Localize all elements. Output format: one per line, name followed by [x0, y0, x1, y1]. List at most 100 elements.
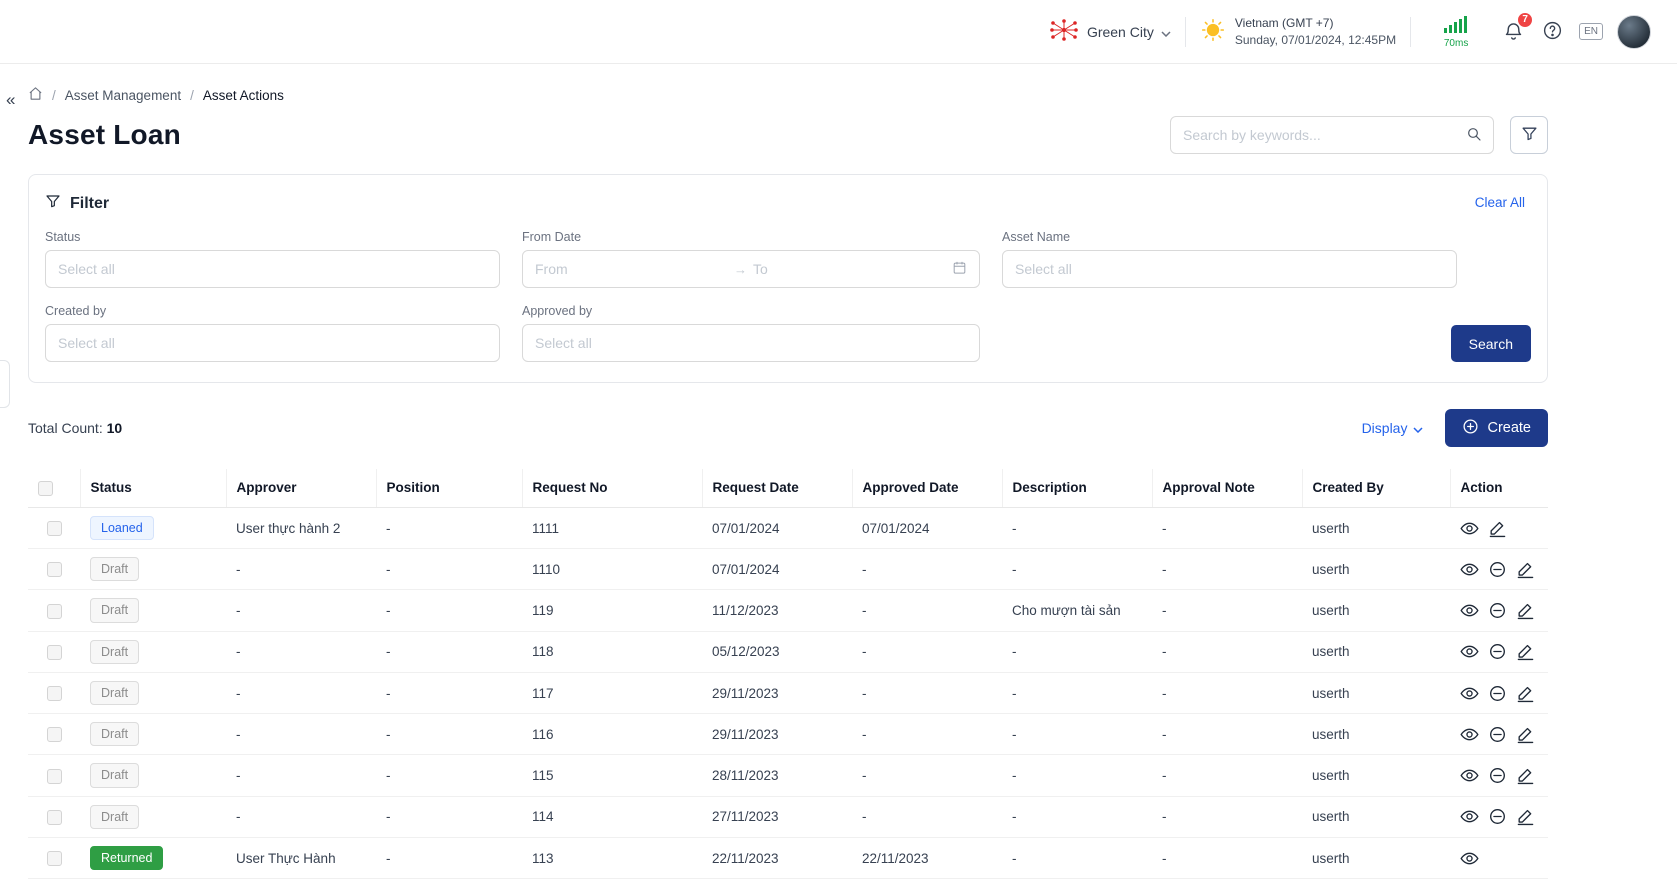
row-checkbox[interactable]: [47, 727, 62, 742]
view-icon[interactable]: [1460, 807, 1479, 826]
description-cell: -: [1002, 796, 1152, 837]
row-checkbox[interactable]: [47, 769, 62, 784]
from-date-label: From Date: [522, 230, 980, 244]
page-content: / Asset Management / Asset Actions Asset…: [28, 86, 1548, 884]
view-icon[interactable]: [1460, 766, 1479, 785]
display-dropdown[interactable]: Display: [1362, 420, 1424, 436]
search-input[interactable]: [1170, 116, 1494, 154]
action-cell: [1450, 631, 1548, 672]
created-by-cell: userth: [1302, 714, 1450, 755]
edit-icon[interactable]: [1516, 642, 1535, 661]
approved-by-select[interactable]: [522, 324, 980, 362]
header-approved-date[interactable]: Approved Date: [852, 469, 1002, 507]
header-request-no[interactable]: Request No: [522, 469, 702, 507]
status-badge: Returned: [90, 846, 163, 870]
create-button[interactable]: Create: [1445, 409, 1548, 447]
breadcrumb-asset-management[interactable]: Asset Management: [65, 88, 181, 103]
header-divider: [1410, 17, 1411, 47]
view-icon[interactable]: [1460, 725, 1479, 744]
total-count-value: 10: [107, 420, 123, 436]
created-by-select[interactable]: [45, 324, 500, 362]
deactivate-icon[interactable]: [1488, 684, 1507, 703]
row-checkbox[interactable]: [47, 562, 62, 577]
request-date-cell: 22/11/2023: [702, 837, 852, 878]
org-name: Green City: [1087, 24, 1154, 40]
view-icon[interactable]: [1460, 560, 1479, 579]
avatar[interactable]: [1617, 15, 1651, 49]
edit-icon[interactable]: [1516, 807, 1535, 826]
funnel-icon: [45, 193, 61, 214]
row-checkbox[interactable]: [47, 851, 62, 866]
signal-bars-icon: [1443, 15, 1469, 37]
notifications-button[interactable]: 7: [1501, 18, 1526, 46]
select-all-checkbox[interactable]: [38, 481, 53, 496]
request-date-cell: 18/10/2023: [702, 879, 852, 884]
display-label: Display: [1362, 420, 1408, 436]
position-cell: -: [376, 672, 522, 713]
filter-search-button[interactable]: Search: [1451, 325, 1531, 362]
org-selector[interactable]: Green City: [1048, 19, 1171, 44]
view-icon[interactable]: [1460, 849, 1479, 868]
status-select[interactable]: [45, 250, 500, 288]
funnel-icon: [1521, 125, 1538, 145]
request-date-cell: 29/11/2023: [702, 672, 852, 713]
row-checkbox[interactable]: [47, 521, 62, 536]
request-no-cell: 116: [522, 714, 702, 755]
filter-panel: Filter Clear All Status From Date →: [28, 174, 1548, 383]
header-description[interactable]: Description: [1002, 469, 1152, 507]
edit-icon[interactable]: [1516, 560, 1535, 579]
header-status[interactable]: Status: [80, 469, 226, 507]
action-cell: [1450, 879, 1548, 884]
from-date-input[interactable]: [535, 261, 728, 277]
asset-name-select[interactable]: [1002, 250, 1457, 288]
edit-icon[interactable]: [1516, 725, 1535, 744]
header-approver[interactable]: Approver: [226, 469, 376, 507]
status-badge: Draft: [90, 763, 139, 787]
description-cell: -: [1002, 837, 1152, 878]
sidebar-collapse-button[interactable]: «: [2, 88, 19, 112]
row-checkbox[interactable]: [47, 645, 62, 660]
table-row: Draft - - 119 11/12/2023 - Cho mượn tài …: [28, 590, 1548, 631]
header-position[interactable]: Position: [376, 469, 522, 507]
asset-loan-table: Status Approver Position Request No Requ…: [28, 469, 1548, 884]
row-checkbox[interactable]: [47, 604, 62, 619]
request-date-cell: 11/12/2023: [702, 590, 852, 631]
view-icon[interactable]: [1460, 684, 1479, 703]
org-logo-icon: [1048, 19, 1080, 44]
deactivate-icon[interactable]: [1488, 725, 1507, 744]
header-approval-note[interactable]: Approval Note: [1152, 469, 1302, 507]
language-button[interactable]: EN: [1579, 23, 1603, 40]
search-icon[interactable]: [1466, 126, 1482, 145]
drawer-handle[interactable]: [0, 360, 10, 408]
edit-icon[interactable]: [1516, 601, 1535, 620]
latency-label: 70ms: [1444, 38, 1468, 49]
row-checkbox[interactable]: [47, 686, 62, 701]
view-icon[interactable]: [1460, 601, 1479, 620]
header-created-by[interactable]: Created By: [1302, 469, 1450, 507]
edit-icon[interactable]: [1516, 684, 1535, 703]
view-icon[interactable]: [1460, 519, 1479, 538]
filter-toggle-button[interactable]: [1510, 116, 1548, 154]
deactivate-icon[interactable]: [1488, 766, 1507, 785]
help-icon: [1542, 20, 1563, 44]
breadcrumb-asset-actions[interactable]: Asset Actions: [203, 88, 284, 103]
calendar-icon[interactable]: [952, 260, 967, 278]
help-button[interactable]: [1540, 18, 1565, 46]
deactivate-icon[interactable]: [1488, 601, 1507, 620]
to-date-input[interactable]: [753, 261, 946, 277]
deactivate-icon[interactable]: [1488, 807, 1507, 826]
request-no-cell: 115: [522, 755, 702, 796]
view-icon[interactable]: [1460, 642, 1479, 661]
datetime-label: Sunday, 07/01/2024, 12:45PM: [1235, 32, 1396, 48]
edit-icon[interactable]: [1488, 519, 1507, 538]
weather-sun-icon: [1200, 17, 1226, 46]
approver-cell: -: [226, 714, 376, 755]
deactivate-icon[interactable]: [1488, 642, 1507, 661]
deactivate-icon[interactable]: [1488, 560, 1507, 579]
row-checkbox[interactable]: [47, 810, 62, 825]
clear-all-link[interactable]: Clear All: [1475, 195, 1525, 210]
position-cell: -: [376, 755, 522, 796]
home-icon[interactable]: [28, 86, 43, 104]
header-request-date[interactable]: Request Date: [702, 469, 852, 507]
edit-icon[interactable]: [1516, 766, 1535, 785]
